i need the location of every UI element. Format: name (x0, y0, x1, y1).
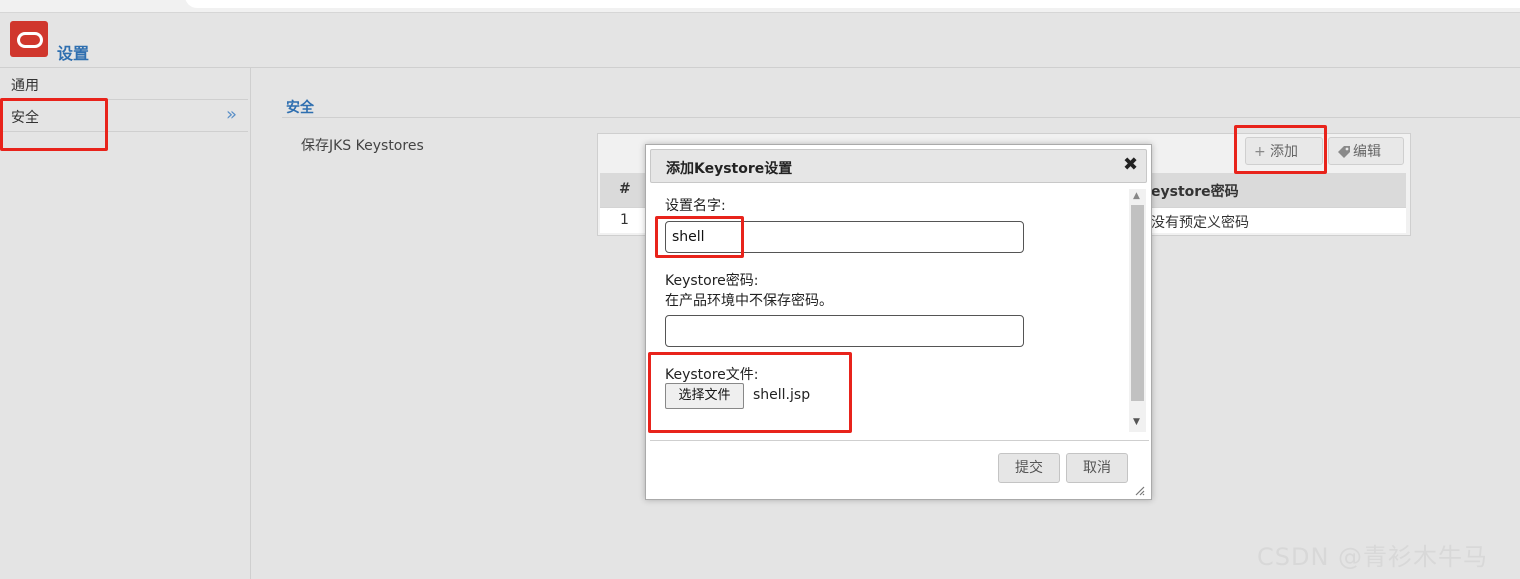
tag-icon (1337, 138, 1351, 169)
address-bar-edge (185, 0, 1520, 8)
name-label: 设置名字: (665, 198, 726, 214)
row-password: 没有预定义密码 (1151, 215, 1249, 231)
highlight-box-add (1234, 125, 1327, 174)
keystores-label: 保存JKS Keystores (301, 138, 424, 154)
section-divider (282, 117, 1520, 118)
add-keystore-dialog: 添加Keystore设置 ✖ 设置名字: shell Keystore密码: 在… (645, 144, 1152, 500)
highlight-box-name (655, 216, 744, 258)
scroll-up-icon[interactable]: ▲ (1133, 191, 1140, 201)
sidebar-item-label: 通用 (11, 78, 39, 94)
dialog-footer-divider (650, 440, 1149, 441)
dialog-header[interactable]: 添加Keystore设置 ✖ (650, 149, 1147, 183)
scroll-down-icon[interactable]: ▼ (1133, 417, 1140, 427)
column-header-index: # (619, 181, 631, 197)
section-title: 安全 (286, 100, 314, 116)
submit-button[interactable]: 提交 (998, 453, 1060, 483)
column-header-password: eystore密码 (1151, 184, 1239, 200)
password-hint: 在产品环境中不保存密码。 (665, 293, 833, 309)
page-title: 设置 (57, 44, 90, 63)
highlight-box-file (648, 352, 852, 433)
close-icon[interactable]: ✖ (1123, 154, 1138, 175)
dialog-title: 添加Keystore设置 (666, 161, 793, 177)
edit-button[interactable]: 编辑 (1328, 137, 1404, 165)
double-chevron-right-icon: » (226, 104, 238, 125)
password-label: Keystore密码: (665, 273, 759, 289)
sidebar-item-general[interactable]: 通用 (0, 68, 248, 100)
password-input[interactable] (665, 315, 1024, 347)
edit-button-label: 编辑 (1353, 144, 1381, 160)
row-index: 1 (620, 212, 629, 228)
oracle-logo-icon (10, 21, 48, 57)
watermark: CSDN @青衫木牛马 (1257, 543, 1489, 571)
dialog-scrollbar[interactable]: ▲ ▼ (1129, 189, 1146, 432)
cancel-button[interactable]: 取消 (1066, 453, 1128, 483)
highlight-box-security (0, 98, 108, 151)
scrollbar-thumb[interactable] (1131, 205, 1144, 401)
browser-top-strip (0, 0, 1520, 13)
resize-grip-icon[interactable] (1133, 484, 1145, 499)
page-header: 设置 (0, 13, 1520, 68)
